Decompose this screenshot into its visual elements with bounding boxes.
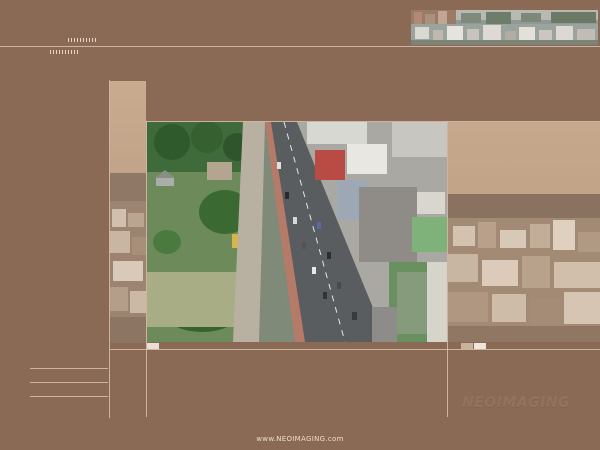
top-guide-line — [0, 46, 600, 47]
dotted-accent-2 — [50, 50, 80, 54]
side-line-2 — [30, 382, 108, 383]
top-right-city-photo — [411, 10, 598, 45]
right-sepia-skyline-photo — [448, 122, 600, 342]
watermark-logo-text: NEOIMAGING — [462, 395, 571, 411]
slide-canvas: NEOIMAGING www.NEOIMAGING.com — [0, 0, 600, 450]
side-line-1 — [30, 368, 108, 369]
footer-website-link[interactable]: www.NEOIMAGING.com — [0, 435, 600, 443]
swatch-tan — [461, 343, 473, 349]
left-sepia-city-strip — [110, 81, 146, 343]
main-aerial-street-photo — [147, 122, 447, 342]
swatch-light — [147, 343, 159, 349]
dotted-accent-1 — [68, 38, 98, 42]
side-line-3 — [30, 396, 108, 397]
swatch-cream — [474, 343, 486, 349]
lower-frame-line — [110, 349, 600, 350]
